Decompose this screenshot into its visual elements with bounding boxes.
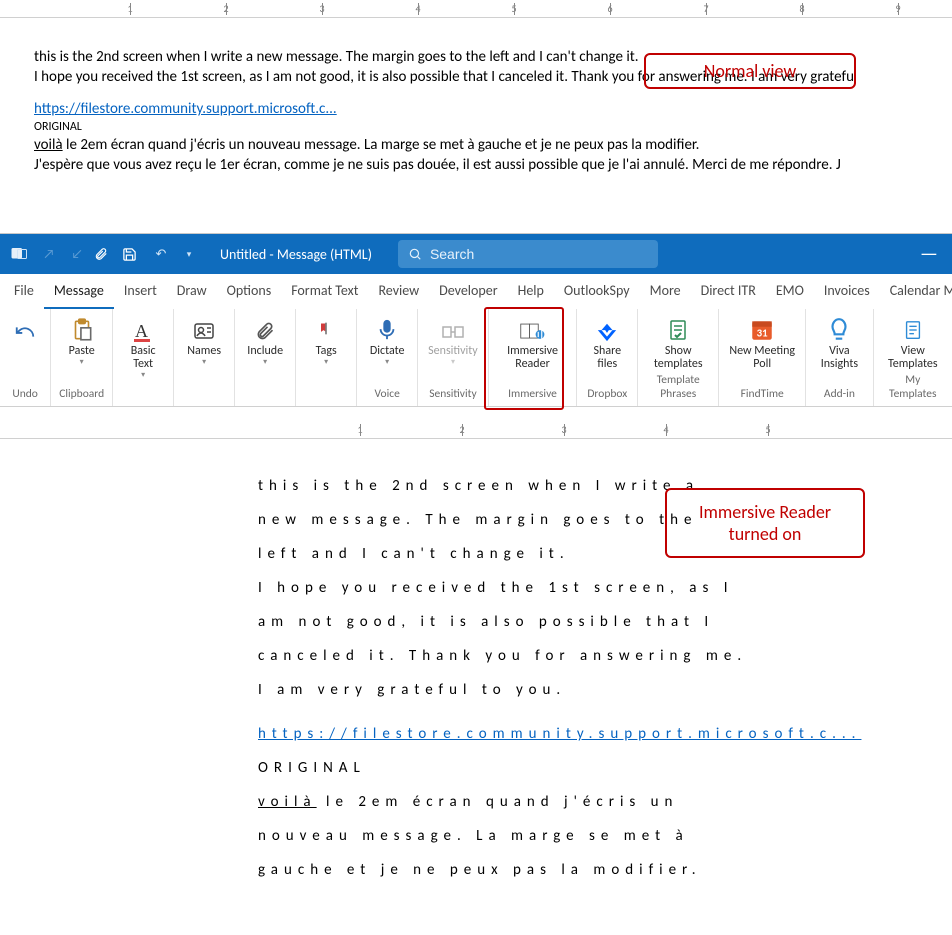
minimize-button[interactable]: — — [920, 242, 938, 266]
names-button[interactable]: Names — [182, 313, 226, 387]
doc-line: canceled it. Thank you for answering me. — [258, 647, 952, 665]
ribbon-group-label: Dropbox — [587, 387, 627, 404]
doc-line: voilà le 2em écran quand j'écris un — [258, 793, 952, 811]
new-meeting-poll-button[interactable]: 31 New Meeting Poll — [727, 313, 797, 387]
spellcheck-word: voilà — [258, 793, 317, 811]
paste-button[interactable]: Paste — [60, 313, 104, 387]
qat-more-icon[interactable]: ▾ — [178, 249, 200, 260]
menu-bar: FileMessageInsertDrawOptionsFormat TextR… — [0, 274, 952, 309]
menu-emo[interactable]: EMO — [766, 274, 814, 309]
hyperlink[interactable]: https://filestore.community.support.micr… — [34, 100, 337, 118]
spellcheck-word: voilà — [34, 136, 63, 154]
svg-text:31: 31 — [757, 327, 768, 340]
doc-line: voilà le 2em écran quand j'écris un nouv… — [34, 136, 952, 154]
normal-view-document: this is the 2nd screen when I write a ne… — [0, 18, 952, 223]
qat-attach-icon[interactable] — [94, 246, 116, 262]
menu-invoices[interactable]: Invoices — [814, 274, 880, 309]
menu-message[interactable]: Message — [44, 274, 114, 309]
ribbon: Undo Paste Clipboard A Basic Text . — [0, 309, 952, 407]
hyperlink[interactable]: https://filestore.community.support.micr… — [258, 725, 861, 743]
basic-text-button[interactable]: A Basic Text — [121, 313, 165, 387]
dictate-button[interactable]: Dictate — [365, 313, 409, 387]
menu-file[interactable]: File — [4, 274, 44, 309]
title-bar: ↗ ↙ ↶ ▾ Untitled - Message (HTML) — — [0, 234, 952, 274]
immersive-reader-button[interactable]: Immersive Reader — [497, 313, 569, 387]
menu-options[interactable]: Options — [217, 274, 282, 309]
menu-help[interactable]: Help — [508, 274, 554, 309]
menu-calendar-macros[interactable]: Calendar Macros — [880, 274, 952, 309]
menu-format-text[interactable]: Format Text — [281, 274, 368, 309]
sensitivity-button: Sensitivity — [426, 313, 480, 387]
menu-outlookspy[interactable]: OutlookSpy — [554, 274, 640, 309]
ribbon-group-label: FindTime — [741, 387, 784, 404]
qat-receive: ↙ — [66, 247, 88, 262]
ribbon-group-label: Clipboard — [59, 387, 104, 404]
ribbon-group-label: Voice — [375, 387, 400, 404]
callout-immersive-reader: Immersive Reader turned on — [665, 488, 865, 558]
original-label: ORIGINAL — [34, 120, 952, 134]
view-templates-button[interactable]: View Templates — [882, 313, 944, 373]
immersive-reader-group: Immersive Reader Immersive — [489, 309, 578, 406]
ruler-bottom: 12345 — [0, 421, 952, 439]
ribbon-group-label: Add-in — [824, 387, 855, 404]
show-templates-button[interactable]: Show templates — [646, 313, 710, 373]
menu-direct-itr[interactable]: Direct ITR — [691, 274, 766, 309]
menu-draw[interactable]: Draw — [167, 274, 217, 309]
doc-line: J'espère que vous avez reçu le 1er écran… — [34, 156, 952, 174]
outlook-icon — [10, 245, 32, 263]
menu-review[interactable]: Review — [368, 274, 429, 309]
search-box[interactable] — [398, 240, 658, 268]
svg-text:A: A — [135, 321, 148, 341]
include-button[interactable]: Include — [243, 313, 287, 387]
menu-insert[interactable]: Insert — [114, 274, 167, 309]
search-icon — [408, 247, 422, 261]
qat-undo-icon[interactable]: ↶ — [150, 247, 172, 262]
doc-line: I hope you received the 1st screen, as I — [258, 579, 952, 597]
doc-line: gauche et je ne peux pas la modifier. — [258, 861, 952, 879]
search-input[interactable] — [430, 246, 648, 262]
ruler-top: 123456789 — [0, 0, 952, 18]
original-label: ORIGINAL — [258, 759, 952, 777]
ribbon-group-label: Template Phrases — [646, 373, 710, 404]
qat-save-icon[interactable] — [122, 247, 144, 262]
ribbon-group-label: Undo — [12, 387, 38, 404]
undo-button[interactable] — [3, 313, 47, 387]
doc-line: am not good, it is also possible that I — [258, 613, 952, 631]
share-files-button[interactable]: Share files — [585, 313, 629, 387]
qat-send: ↗ — [38, 247, 60, 262]
menu-developer[interactable]: Developer — [429, 274, 507, 309]
ribbon-group-label: My Templates — [882, 373, 944, 404]
callout-normal-view: Normal view — [644, 53, 856, 89]
ribbon-group-label: Sensitivity — [429, 387, 476, 404]
doc-line: I am very grateful to you. — [258, 681, 952, 699]
viva-insights-button[interactable]: Viva Insights — [814, 313, 864, 387]
ribbon-group-label: Immersive — [508, 387, 557, 404]
doc-line: nouveau message. La marge se met à — [258, 827, 952, 845]
tags-button[interactable]: Tags — [304, 313, 348, 387]
menu-more[interactable]: More — [640, 274, 691, 309]
window-title: Untitled - Message (HTML) — [220, 246, 372, 263]
